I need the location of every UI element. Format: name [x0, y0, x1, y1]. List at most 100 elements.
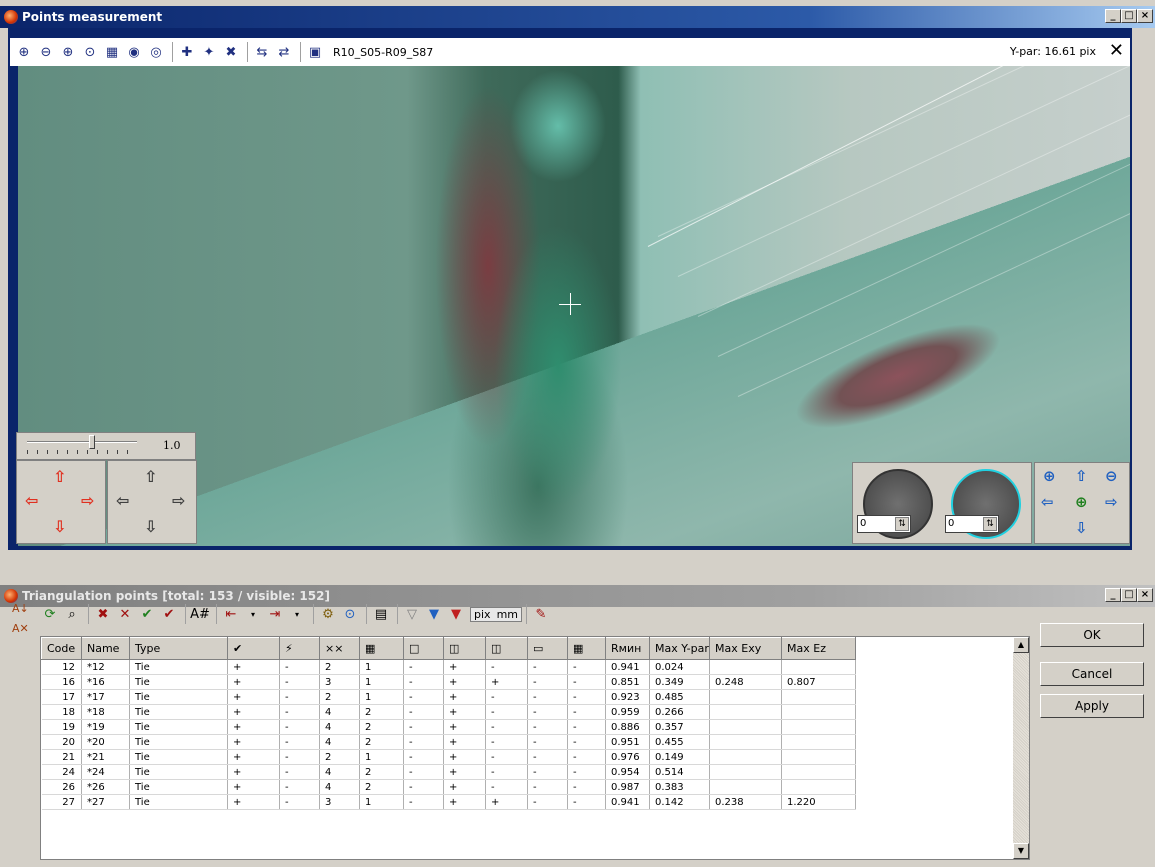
- arrow-down-icon[interactable]: ⇩: [53, 519, 66, 535]
- scroll-up-icon[interactable]: ▲: [1013, 637, 1029, 653]
- find-icon[interactable]: ⌕: [62, 604, 82, 624]
- sync-images-icon[interactable]: ⇄: [274, 42, 294, 62]
- export-icon[interactable]: ⇥: [265, 604, 285, 624]
- arrow-down-icon[interactable]: ⇩: [1075, 519, 1088, 537]
- rename-icon[interactable]: A#: [190, 604, 210, 624]
- column-header[interactable]: Code: [41, 637, 82, 660]
- zoom-out-icon[interactable]: ⊖: [1105, 467, 1118, 485]
- measure-point-icon[interactable]: ✦: [199, 42, 219, 62]
- arrow-right-icon[interactable]: ⇨: [1105, 493, 1118, 511]
- table-cell: [709, 734, 782, 750]
- units-mm[interactable]: mm: [493, 607, 521, 621]
- column-header[interactable]: ▦: [567, 637, 606, 660]
- zoom-slider-track[interactable]: [27, 441, 137, 443]
- arrow-left-icon[interactable]: ⇦: [25, 493, 38, 509]
- table-cell: -: [527, 734, 568, 750]
- spin-icon[interactable]: ⇅: [895, 517, 909, 531]
- minimize-button[interactable]: _: [1105, 588, 1121, 602]
- dropdown-icon[interactable]: ▾: [287, 604, 307, 624]
- zoom-slider-thumb[interactable]: [89, 435, 95, 449]
- table-cell: -: [567, 734, 606, 750]
- edit-icon[interactable]: ✎: [531, 604, 551, 624]
- arrow-up-icon[interactable]: ⇧: [53, 469, 66, 485]
- column-header[interactable]: Max Ez: [781, 637, 856, 660]
- grid-icon[interactable]: ▦: [102, 42, 122, 62]
- table-row[interactable]: 18 *18 Tie + -4 2- + - - -0.959 0.266: [41, 704, 856, 720]
- column-header[interactable]: ◫: [485, 637, 528, 660]
- import-icon[interactable]: ⇤: [221, 604, 241, 624]
- zoom-fit-icon[interactable]: ⊕: [1075, 493, 1088, 511]
- settings-icon[interactable]: ⚙: [318, 604, 338, 624]
- arrow-right-icon[interactable]: ⇨: [172, 493, 185, 509]
- table-row[interactable]: 26 *26 Tie + -4 2- + - - -0.987 0.383: [41, 779, 856, 795]
- column-header[interactable]: Name: [81, 637, 130, 660]
- close-button[interactable]: ×: [1137, 9, 1153, 23]
- column-header[interactable]: Max Y-par: [649, 637, 710, 660]
- minimize-button[interactable]: _: [1105, 9, 1121, 23]
- check-red-icon[interactable]: ✔: [159, 604, 179, 624]
- arrow-down-icon[interactable]: ⇩: [144, 519, 157, 535]
- spin-icon[interactable]: ⇅: [983, 517, 997, 531]
- arrow-up-icon[interactable]: ⇧: [1075, 467, 1088, 485]
- sort-clear-icon[interactable]: A✕: [12, 622, 36, 642]
- column-header[interactable]: ◫: [443, 637, 486, 660]
- table-row[interactable]: 24 *24 Tie + -4 2- + - - -0.954 0.514: [41, 764, 856, 780]
- left-rotation-field[interactable]: 0 ⇅: [857, 515, 911, 533]
- filter-set-icon[interactable]: ▼: [424, 604, 444, 624]
- filter-clear-icon[interactable]: ▼: [446, 604, 466, 624]
- maximize-button[interactable]: □: [1121, 9, 1137, 23]
- table-cell: Tie: [129, 749, 228, 765]
- cancel-button[interactable]: Cancel: [1040, 662, 1144, 686]
- table-row[interactable]: 27 *27 Tie + -3 1- + + - -0.941 0.142 0.238 1.220: [41, 794, 856, 810]
- filter-icon[interactable]: ▽: [402, 604, 422, 624]
- window-icon[interactable]: ▣: [305, 42, 325, 62]
- zoom-fit-icon[interactable]: ⊕: [58, 42, 78, 62]
- table-cell: 1: [359, 689, 404, 705]
- close-button[interactable]: ×: [1137, 588, 1153, 602]
- delete-measurements-icon[interactable]: ✕: [115, 604, 135, 624]
- report-icon[interactable]: ▤: [371, 604, 391, 624]
- column-header[interactable]: Rмин: [605, 637, 650, 660]
- refresh-icon[interactable]: ⟳: [40, 604, 60, 624]
- dropdown-icon[interactable]: ▾: [243, 604, 263, 624]
- zoom-region-icon[interactable]: ⊙: [80, 42, 100, 62]
- swap-images-icon[interactable]: ⇆: [252, 42, 272, 62]
- check-green-icon[interactable]: ✔: [137, 604, 157, 624]
- stereo-mode-icon[interactable]: ◎: [146, 42, 166, 62]
- arrow-left-icon[interactable]: ⇦: [1041, 493, 1054, 511]
- maximize-button[interactable]: □: [1121, 588, 1137, 602]
- sort-az-icon[interactable]: A↓: [12, 602, 36, 622]
- column-header[interactable]: ▦: [359, 637, 404, 660]
- arrow-right-icon[interactable]: ⇨: [81, 493, 94, 509]
- column-header[interactable]: Max Exy: [709, 637, 782, 660]
- cursor-mode-icon[interactable]: ◉: [124, 42, 144, 62]
- table-row[interactable]: 20 *20 Tie + -4 2- + - - -0.951 0.455: [41, 734, 856, 750]
- viewer-close-icon[interactable]: ✕: [1109, 41, 1124, 61]
- column-header[interactable]: □: [403, 637, 444, 660]
- delete-point-icon[interactable]: ✖: [221, 42, 241, 62]
- right-rotation-field[interactable]: 0 ⇅: [945, 515, 999, 533]
- zoom-in-icon[interactable]: ⊕: [14, 42, 34, 62]
- column-header[interactable]: ××: [319, 637, 360, 660]
- zoom-to-point-icon[interactable]: ⊙: [340, 604, 360, 624]
- zoom-out-icon[interactable]: ⊖: [36, 42, 56, 62]
- column-header[interactable]: ▭: [527, 637, 568, 660]
- scroll-down-icon[interactable]: ▼: [1013, 843, 1029, 859]
- table-row[interactable]: 19 *19 Tie + -4 2- + - - -0.886 0.357: [41, 719, 856, 735]
- add-point-icon[interactable]: ✚: [177, 42, 197, 62]
- column-header[interactable]: Type: [129, 637, 228, 660]
- column-header[interactable]: ⚡: [279, 637, 320, 660]
- zoom-in-icon[interactable]: ⊕: [1043, 467, 1056, 485]
- arrow-left-icon[interactable]: ⇦: [116, 493, 129, 509]
- units-pix[interactable]: pix: [471, 607, 494, 621]
- vertical-scrollbar[interactable]: ▲ ▼: [1013, 637, 1029, 859]
- table-row[interactable]: 12 *12 Tie + -2 1- + - - -0.941 0.024: [41, 659, 856, 675]
- apply-button[interactable]: Apply: [1040, 694, 1144, 718]
- column-header[interactable]: ✔: [227, 637, 280, 660]
- arrow-up-icon[interactable]: ⇧: [144, 469, 157, 485]
- table-row[interactable]: 16 *16 Tie + -3 1- + + - -0.851 0.349 0.248 0.807: [41, 674, 856, 690]
- ok-button[interactable]: OK: [1040, 623, 1144, 647]
- table-row[interactable]: 17 *17 Tie + -2 1- + - - -0.923 0.485: [41, 689, 856, 705]
- delete-point-icon[interactable]: ✖: [93, 604, 113, 624]
- table-row[interactable]: 21 *21 Tie + -2 1- + - - -0.976 0.149: [41, 749, 856, 765]
